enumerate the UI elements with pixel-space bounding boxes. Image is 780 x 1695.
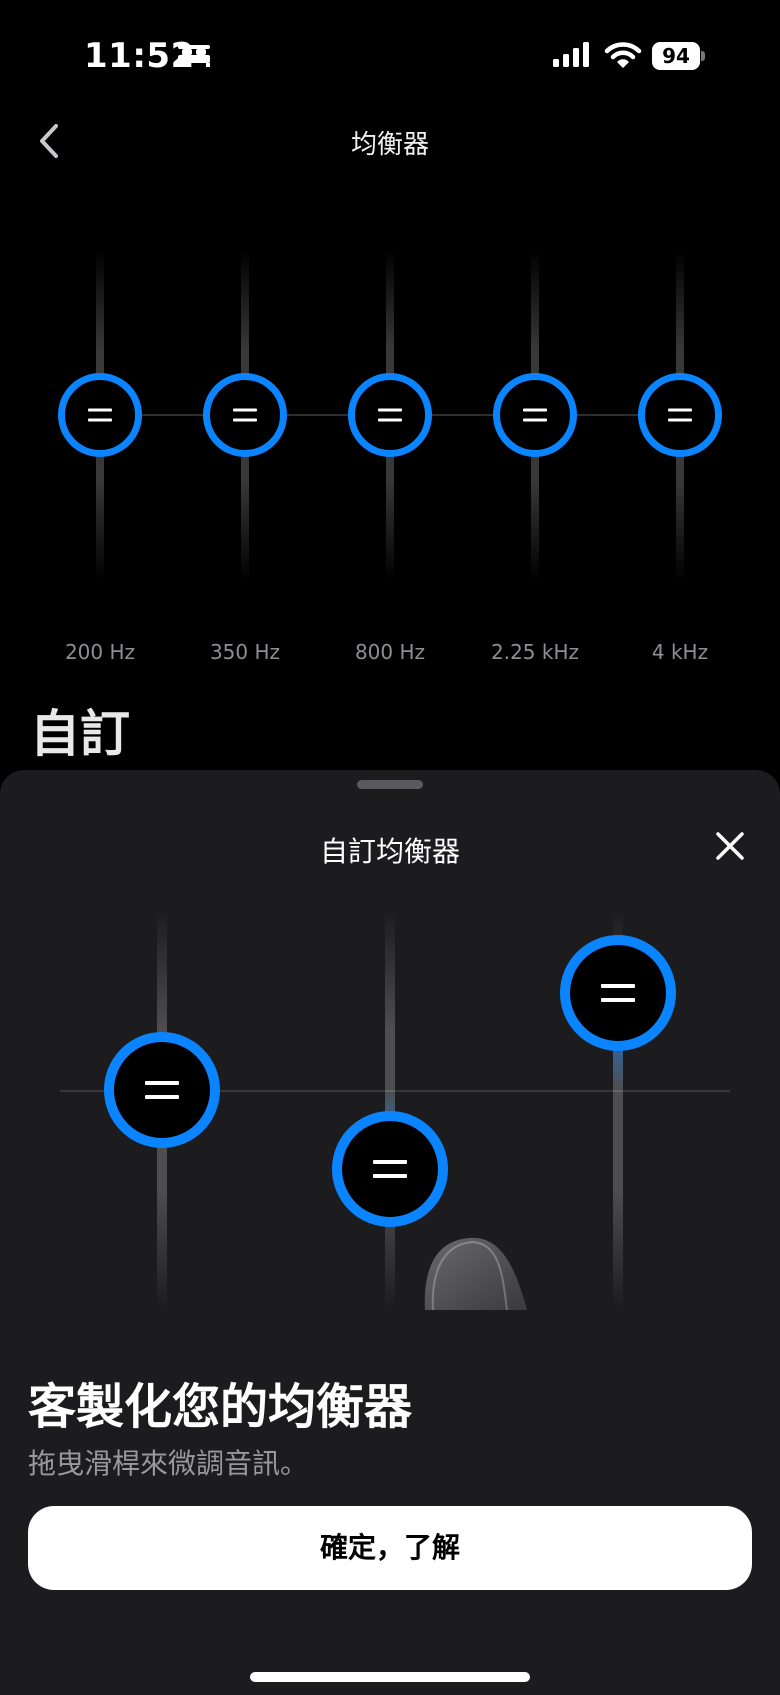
frequency-label: 200 Hz	[64, 640, 136, 664]
sheet-headline: 客製化您的均衡器	[28, 1379, 413, 1435]
sleep-mode-icon	[178, 45, 210, 67]
preset-name: 自訂	[30, 705, 130, 763]
slider-knob[interactable]	[203, 373, 287, 457]
home-indicator	[250, 1672, 530, 1682]
drag-handle-icon	[601, 983, 635, 1002]
wifi-icon	[604, 42, 642, 68]
equalizer-panel	[0, 250, 780, 590]
drag-handle-icon	[88, 408, 112, 422]
drag-handle-icon	[373, 1160, 407, 1179]
cellular-signal-icon	[553, 42, 589, 67]
finger-illustration	[424, 1237, 527, 1310]
slider-knob[interactable]	[58, 373, 142, 457]
drag-handle-icon	[233, 408, 257, 422]
close-button[interactable]	[710, 826, 750, 866]
illustration-knob[interactable]	[104, 1032, 220, 1148]
frequency-label: 800 Hz	[354, 640, 426, 664]
sheet-description: 拖曳滑桿來微調音訊。	[28, 1447, 309, 1480]
equalizer-illustration	[0, 910, 780, 1310]
battery-level: 94	[652, 42, 700, 70]
battery-indicator: 94	[652, 42, 705, 70]
slider-knob[interactable]	[493, 373, 577, 457]
frequency-label: 350 Hz	[209, 640, 281, 664]
illustration-knob[interactable]	[332, 1111, 448, 1228]
frequency-label: 2.25 kHz	[490, 640, 579, 664]
drag-handle-icon	[378, 408, 402, 422]
confirm-button[interactable]: 確定，了解	[28, 1506, 752, 1590]
drag-handle-icon	[668, 408, 692, 422]
slider-knob[interactable]	[348, 373, 432, 457]
customize-equalizer-sheet: 自訂均衡器 客製化您的均衡器 拖曳滑桿來微調音訊。 確定，了解	[0, 770, 780, 1695]
drag-handle-icon	[523, 408, 547, 422]
sheet-grabber[interactable]	[357, 780, 423, 789]
sheet-title: 自訂均衡器	[319, 835, 460, 868]
slider-knob[interactable]	[638, 373, 722, 457]
battery-tip	[701, 51, 705, 61]
illustration-knob[interactable]	[560, 934, 676, 1051]
frequency-label: 4 kHz	[651, 640, 709, 664]
status-bar: 11:52 94	[0, 0, 780, 110]
drag-handle-icon	[145, 1081, 179, 1099]
page-title: 均衡器	[350, 130, 429, 160]
